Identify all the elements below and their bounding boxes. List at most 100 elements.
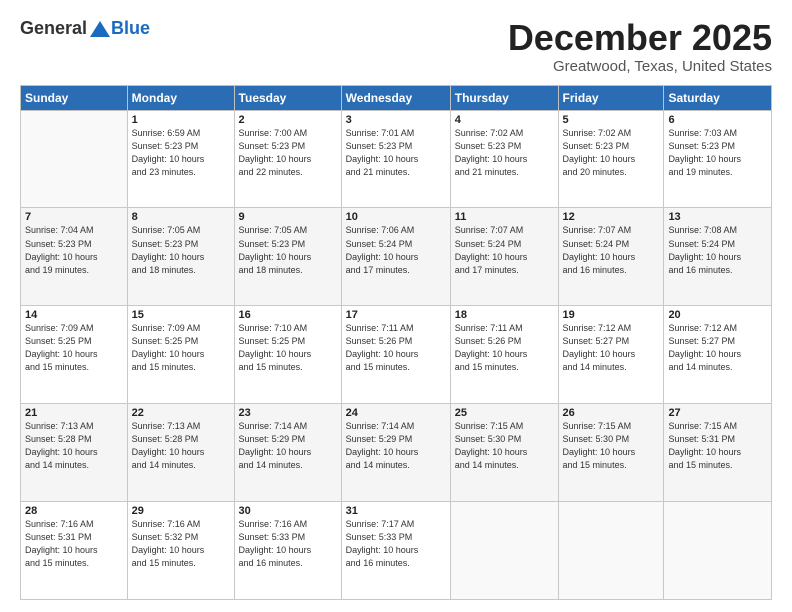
calendar-cell: 5Sunrise: 7:02 AM Sunset: 5:23 PM Daylig… bbox=[558, 110, 664, 208]
calendar-cell: 24Sunrise: 7:14 AM Sunset: 5:29 PM Dayli… bbox=[341, 404, 450, 502]
day-info: Sunrise: 7:07 AM Sunset: 5:24 PM Dayligh… bbox=[455, 224, 554, 276]
day-number: 1 bbox=[132, 114, 230, 126]
day-number: 3 bbox=[346, 114, 446, 126]
weekday-header-wednesday: Wednesday bbox=[341, 85, 450, 110]
day-info: Sunrise: 7:14 AM Sunset: 5:29 PM Dayligh… bbox=[239, 420, 337, 472]
calendar-cell bbox=[558, 502, 664, 600]
day-info: Sunrise: 7:07 AM Sunset: 5:24 PM Dayligh… bbox=[563, 224, 660, 276]
calendar-cell: 12Sunrise: 7:07 AM Sunset: 5:24 PM Dayli… bbox=[558, 208, 664, 306]
day-number: 22 bbox=[132, 407, 230, 419]
calendar-cell: 19Sunrise: 7:12 AM Sunset: 5:27 PM Dayli… bbox=[558, 306, 664, 404]
weekday-header-thursday: Thursday bbox=[450, 85, 558, 110]
calendar-cell: 25Sunrise: 7:15 AM Sunset: 5:30 PM Dayli… bbox=[450, 404, 558, 502]
day-number: 29 bbox=[132, 505, 230, 517]
calendar-cell: 11Sunrise: 7:07 AM Sunset: 5:24 PM Dayli… bbox=[450, 208, 558, 306]
calendar-cell bbox=[664, 502, 772, 600]
calendar-cell: 3Sunrise: 7:01 AM Sunset: 5:23 PM Daylig… bbox=[341, 110, 450, 208]
calendar-cell: 21Sunrise: 7:13 AM Sunset: 5:28 PM Dayli… bbox=[21, 404, 128, 502]
day-number: 5 bbox=[563, 114, 660, 126]
day-number: 13 bbox=[668, 211, 767, 223]
calendar-cell: 30Sunrise: 7:16 AM Sunset: 5:33 PM Dayli… bbox=[234, 502, 341, 600]
day-number: 16 bbox=[239, 309, 337, 321]
day-info: Sunrise: 7:14 AM Sunset: 5:29 PM Dayligh… bbox=[346, 420, 446, 472]
day-info: Sunrise: 7:02 AM Sunset: 5:23 PM Dayligh… bbox=[455, 127, 554, 179]
calendar-cell: 16Sunrise: 7:10 AM Sunset: 5:25 PM Dayli… bbox=[234, 306, 341, 404]
calendar-cell: 15Sunrise: 7:09 AM Sunset: 5:25 PM Dayli… bbox=[127, 306, 234, 404]
calendar-cell: 31Sunrise: 7:17 AM Sunset: 5:33 PM Dayli… bbox=[341, 502, 450, 600]
day-number: 24 bbox=[346, 407, 446, 419]
week-row-2: 7Sunrise: 7:04 AM Sunset: 5:23 PM Daylig… bbox=[21, 208, 772, 306]
weekday-header-friday: Friday bbox=[558, 85, 664, 110]
week-row-3: 14Sunrise: 7:09 AM Sunset: 5:25 PM Dayli… bbox=[21, 306, 772, 404]
day-number: 26 bbox=[563, 407, 660, 419]
weekday-header-row: SundayMondayTuesdayWednesdayThursdayFrid… bbox=[21, 85, 772, 110]
calendar-cell: 28Sunrise: 7:16 AM Sunset: 5:31 PM Dayli… bbox=[21, 502, 128, 600]
calendar-table: SundayMondayTuesdayWednesdayThursdayFrid… bbox=[20, 85, 772, 600]
day-number: 21 bbox=[25, 407, 123, 419]
logo-blue: Blue bbox=[111, 18, 150, 39]
calendar-cell: 10Sunrise: 7:06 AM Sunset: 5:24 PM Dayli… bbox=[341, 208, 450, 306]
day-info: Sunrise: 7:11 AM Sunset: 5:26 PM Dayligh… bbox=[346, 322, 446, 374]
location: Greatwood, Texas, United States bbox=[508, 58, 772, 75]
calendar-cell: 26Sunrise: 7:15 AM Sunset: 5:30 PM Dayli… bbox=[558, 404, 664, 502]
day-info: Sunrise: 7:12 AM Sunset: 5:27 PM Dayligh… bbox=[563, 322, 660, 374]
calendar-cell: 17Sunrise: 7:11 AM Sunset: 5:26 PM Dayli… bbox=[341, 306, 450, 404]
calendar-cell: 14Sunrise: 7:09 AM Sunset: 5:25 PM Dayli… bbox=[21, 306, 128, 404]
week-row-1: 1Sunrise: 6:59 AM Sunset: 5:23 PM Daylig… bbox=[21, 110, 772, 208]
day-info: Sunrise: 7:09 AM Sunset: 5:25 PM Dayligh… bbox=[132, 322, 230, 374]
day-info: Sunrise: 7:16 AM Sunset: 5:32 PM Dayligh… bbox=[132, 518, 230, 570]
day-info: Sunrise: 7:08 AM Sunset: 5:24 PM Dayligh… bbox=[668, 224, 767, 276]
calendar-cell: 20Sunrise: 7:12 AM Sunset: 5:27 PM Dayli… bbox=[664, 306, 772, 404]
day-info: Sunrise: 7:12 AM Sunset: 5:27 PM Dayligh… bbox=[668, 322, 767, 374]
calendar-cell: 18Sunrise: 7:11 AM Sunset: 5:26 PM Dayli… bbox=[450, 306, 558, 404]
day-number: 10 bbox=[346, 211, 446, 223]
day-info: Sunrise: 7:00 AM Sunset: 5:23 PM Dayligh… bbox=[239, 127, 337, 179]
logo-general: General bbox=[20, 18, 87, 39]
day-info: Sunrise: 7:03 AM Sunset: 5:23 PM Dayligh… bbox=[668, 127, 767, 179]
weekday-header-monday: Monday bbox=[127, 85, 234, 110]
day-number: 4 bbox=[455, 114, 554, 126]
day-number: 27 bbox=[668, 407, 767, 419]
day-number: 30 bbox=[239, 505, 337, 517]
week-row-5: 28Sunrise: 7:16 AM Sunset: 5:31 PM Dayli… bbox=[21, 502, 772, 600]
day-number: 9 bbox=[239, 211, 337, 223]
day-info: Sunrise: 7:04 AM Sunset: 5:23 PM Dayligh… bbox=[25, 224, 123, 276]
day-info: Sunrise: 7:05 AM Sunset: 5:23 PM Dayligh… bbox=[132, 224, 230, 276]
weekday-header-sunday: Sunday bbox=[21, 85, 128, 110]
day-number: 25 bbox=[455, 407, 554, 419]
calendar-cell: 7Sunrise: 7:04 AM Sunset: 5:23 PM Daylig… bbox=[21, 208, 128, 306]
calendar-cell: 22Sunrise: 7:13 AM Sunset: 5:28 PM Dayli… bbox=[127, 404, 234, 502]
day-number: 6 bbox=[668, 114, 767, 126]
logo-icon bbox=[89, 20, 111, 38]
day-info: Sunrise: 7:13 AM Sunset: 5:28 PM Dayligh… bbox=[132, 420, 230, 472]
weekday-header-tuesday: Tuesday bbox=[234, 85, 341, 110]
day-info: Sunrise: 7:16 AM Sunset: 5:31 PM Dayligh… bbox=[25, 518, 123, 570]
day-info: Sunrise: 7:15 AM Sunset: 5:31 PM Dayligh… bbox=[668, 420, 767, 472]
day-info: Sunrise: 7:09 AM Sunset: 5:25 PM Dayligh… bbox=[25, 322, 123, 374]
day-number: 7 bbox=[25, 211, 123, 223]
calendar-cell: 13Sunrise: 7:08 AM Sunset: 5:24 PM Dayli… bbox=[664, 208, 772, 306]
month-title: December 2025 bbox=[508, 18, 772, 58]
day-info: Sunrise: 6:59 AM Sunset: 5:23 PM Dayligh… bbox=[132, 127, 230, 179]
week-row-4: 21Sunrise: 7:13 AM Sunset: 5:28 PM Dayli… bbox=[21, 404, 772, 502]
day-info: Sunrise: 7:15 AM Sunset: 5:30 PM Dayligh… bbox=[455, 420, 554, 472]
calendar-cell: 4Sunrise: 7:02 AM Sunset: 5:23 PM Daylig… bbox=[450, 110, 558, 208]
calendar-cell: 27Sunrise: 7:15 AM Sunset: 5:31 PM Dayli… bbox=[664, 404, 772, 502]
header: General Blue December 2025 Greatwood, Tex… bbox=[20, 18, 772, 75]
day-number: 14 bbox=[25, 309, 123, 321]
calendar-cell: 1Sunrise: 6:59 AM Sunset: 5:23 PM Daylig… bbox=[127, 110, 234, 208]
day-info: Sunrise: 7:13 AM Sunset: 5:28 PM Dayligh… bbox=[25, 420, 123, 472]
day-info: Sunrise: 7:01 AM Sunset: 5:23 PM Dayligh… bbox=[346, 127, 446, 179]
title-area: December 2025 Greatwood, Texas, United S… bbox=[508, 18, 772, 75]
calendar-cell: 2Sunrise: 7:00 AM Sunset: 5:23 PM Daylig… bbox=[234, 110, 341, 208]
day-number: 18 bbox=[455, 309, 554, 321]
day-number: 23 bbox=[239, 407, 337, 419]
day-number: 28 bbox=[25, 505, 123, 517]
weekday-header-saturday: Saturday bbox=[664, 85, 772, 110]
day-number: 12 bbox=[563, 211, 660, 223]
day-info: Sunrise: 7:17 AM Sunset: 5:33 PM Dayligh… bbox=[346, 518, 446, 570]
calendar-cell bbox=[21, 110, 128, 208]
day-info: Sunrise: 7:15 AM Sunset: 5:30 PM Dayligh… bbox=[563, 420, 660, 472]
day-info: Sunrise: 7:06 AM Sunset: 5:24 PM Dayligh… bbox=[346, 224, 446, 276]
calendar-cell: 29Sunrise: 7:16 AM Sunset: 5:32 PM Dayli… bbox=[127, 502, 234, 600]
